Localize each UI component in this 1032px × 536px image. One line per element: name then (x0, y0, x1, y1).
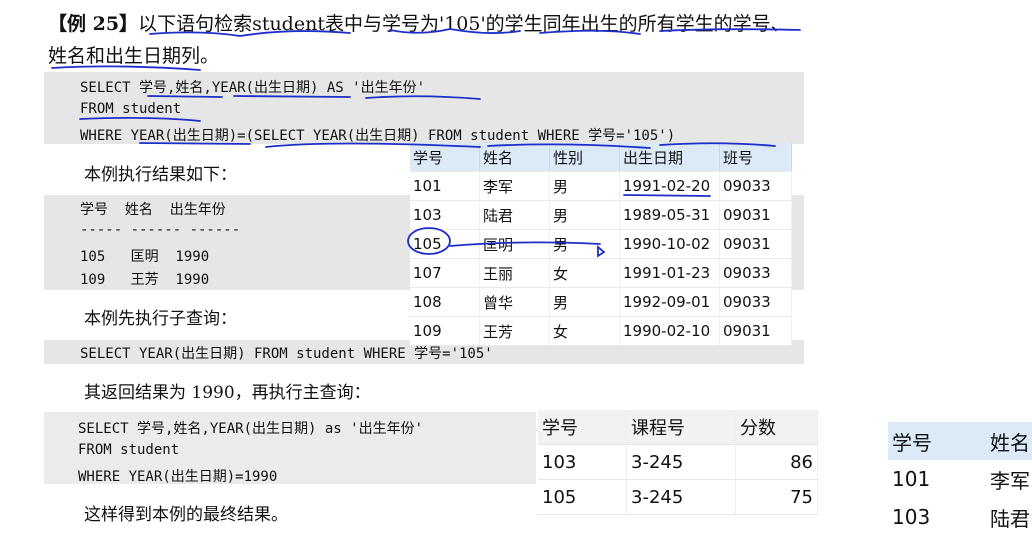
partial-student-table: 学号 姓名 101 李军 103 陆君 (888, 422, 1032, 536)
table-cell: 1992-09-01 (619, 287, 720, 317)
table-cell: 李军 (990, 468, 1030, 493)
column-header: 分数 (735, 410, 818, 445)
table-cell: 3-245 (626, 479, 736, 515)
table-cell: 86 (735, 444, 818, 480)
code-line: SELECT 学号,姓名,YEAR(出生日期) as '出生年份' (78, 421, 424, 437)
column-header: 学号 (410, 143, 480, 172)
table-cell: 107 (410, 258, 480, 288)
table-cell: 09033 (719, 258, 792, 288)
table-cell: 女 (549, 316, 620, 346)
result-line: ----- ------ ------ (80, 222, 241, 238)
code-block-main-query: SELECT 学号,姓名,YEAR(出生日期) AS '出生年份' FROM s… (44, 72, 804, 144)
student-table: 学号 姓名 性别 出生日期 班号 101 李军 男 1991-02-20 090… (410, 143, 792, 346)
table-row: 107 王丽 女 1991-01-23 09033 (410, 258, 792, 288)
table-cell: 1991-02-20 (619, 171, 720, 201)
table-cell: 09031 (719, 229, 792, 259)
code-line: FROM student (78, 442, 180, 458)
table-cell: 09031 (719, 316, 792, 346)
table-cell: 103 (538, 444, 627, 480)
column-header: 课程号 (626, 410, 736, 445)
table-cell: 109 (410, 316, 480, 346)
result-line: 学号 姓名 出生年份 (80, 202, 226, 218)
table-cell: 王丽 (479, 258, 550, 288)
table-cell: 09033 (719, 171, 792, 201)
table-cell: 男 (549, 200, 620, 230)
table-row: 105 匡明 男 1990-10-02 09031 (410, 229, 792, 259)
subquery-intro: 本例先执行子查询： (84, 309, 237, 329)
table-cell: 108 (410, 287, 480, 317)
table-cell: 陆君 (479, 200, 550, 230)
table-cell: 1991-01-23 (619, 258, 720, 288)
table-cell: 男 (549, 171, 620, 201)
table-cell: 男 (549, 287, 620, 317)
score-table: 学号 课程号 分数 103 3-245 86 105 3-245 75 (538, 410, 818, 515)
table-row: 108 曾华 男 1992-09-01 09033 (410, 287, 792, 317)
table-row: 105 3-245 75 (538, 479, 818, 515)
column-header: 学号 (888, 422, 986, 460)
column-header: 姓名 (986, 422, 1032, 460)
final-text: 这样得到本例的最终结果。 (84, 505, 288, 525)
column-header: 班号 (719, 143, 792, 172)
result-line: 109 王芳 1990 (80, 272, 210, 288)
table-cell: 匡明 (479, 229, 550, 259)
table-row: 109 王芳 女 1990-02-10 09031 (410, 316, 792, 346)
column-header: 姓名 (479, 143, 550, 172)
code-line: SELECT 学号,姓名,YEAR(出生日期) AS '出生年份' (80, 80, 426, 96)
table-header-row: 学号 姓名 (888, 422, 1032, 460)
result-intro: 本例执行结果如下： (84, 165, 237, 185)
table-row: 103 陆君 男 1989-05-31 09031 (410, 200, 792, 230)
column-header: 出生日期 (619, 143, 720, 172)
column-header: 学号 (538, 410, 627, 445)
return-text: 其返回结果为 1990，再执行主查询： (84, 383, 371, 403)
table-cell: 李军 (479, 171, 550, 201)
table-cell: 1990-10-02 (619, 229, 720, 259)
example-label: 【例 25】 (48, 13, 139, 35)
example-description: 以下语句检索student表中与学号为'105'的学生同年出生的所有学生的学号、… (48, 13, 790, 67)
table-header-row: 学号 姓名 性别 出生日期 班号 (410, 143, 792, 172)
table-cell: 1990-02-10 (619, 316, 720, 346)
table-cell: 女 (549, 258, 620, 288)
table-cell: 103 (892, 505, 931, 529)
result-line: 105 匡明 1990 (80, 249, 210, 265)
example-title: 【例 25】以下语句检索student表中与学号为'105'的学生同年出生的所有… (48, 8, 808, 72)
table-row: 101 李军 (888, 460, 1032, 498)
table-row: 103 3-245 86 (538, 444, 818, 480)
table-cell: 陆君 (990, 506, 1030, 531)
table-cell: 101 (892, 467, 931, 491)
table-cell: 曾华 (479, 287, 550, 317)
table-cell: 09033 (719, 287, 792, 317)
table-cell: 105 (538, 479, 627, 515)
table-cell: 09031 (719, 200, 792, 230)
table-cell: 103 (410, 200, 480, 230)
code-line: WHERE YEAR(出生日期)=1990 (78, 469, 278, 485)
table-row: 103 陆君 (888, 498, 1032, 536)
column-header: 性别 (549, 143, 620, 172)
table-cell: 75 (735, 479, 818, 515)
code-block-final-query: SELECT 学号,姓名,YEAR(出生日期) as '出生年份' FROM s… (44, 412, 536, 485)
code-line: WHERE YEAR(出生日期)=(SELECT YEAR(出生日期) FROM… (80, 128, 676, 144)
table-cell: 王芳 (479, 316, 550, 346)
code-line: FROM student (80, 101, 182, 117)
table-row: 101 李军 男 1991-02-20 09033 (410, 171, 792, 201)
table-cell: 1989-05-31 (619, 200, 720, 230)
table-cell: 101 (410, 171, 480, 201)
table-cell: 105 (410, 229, 480, 259)
table-header-row: 学号 课程号 分数 (538, 410, 818, 445)
table-cell: 3-245 (626, 444, 736, 480)
result-block: 学号 姓名 出生年份 ----- ------ ------ 105 匡明 19… (44, 195, 404, 290)
code-line: SELECT YEAR(出生日期) FROM student WHERE 学号=… (80, 346, 493, 362)
table-cell: 男 (549, 229, 620, 259)
